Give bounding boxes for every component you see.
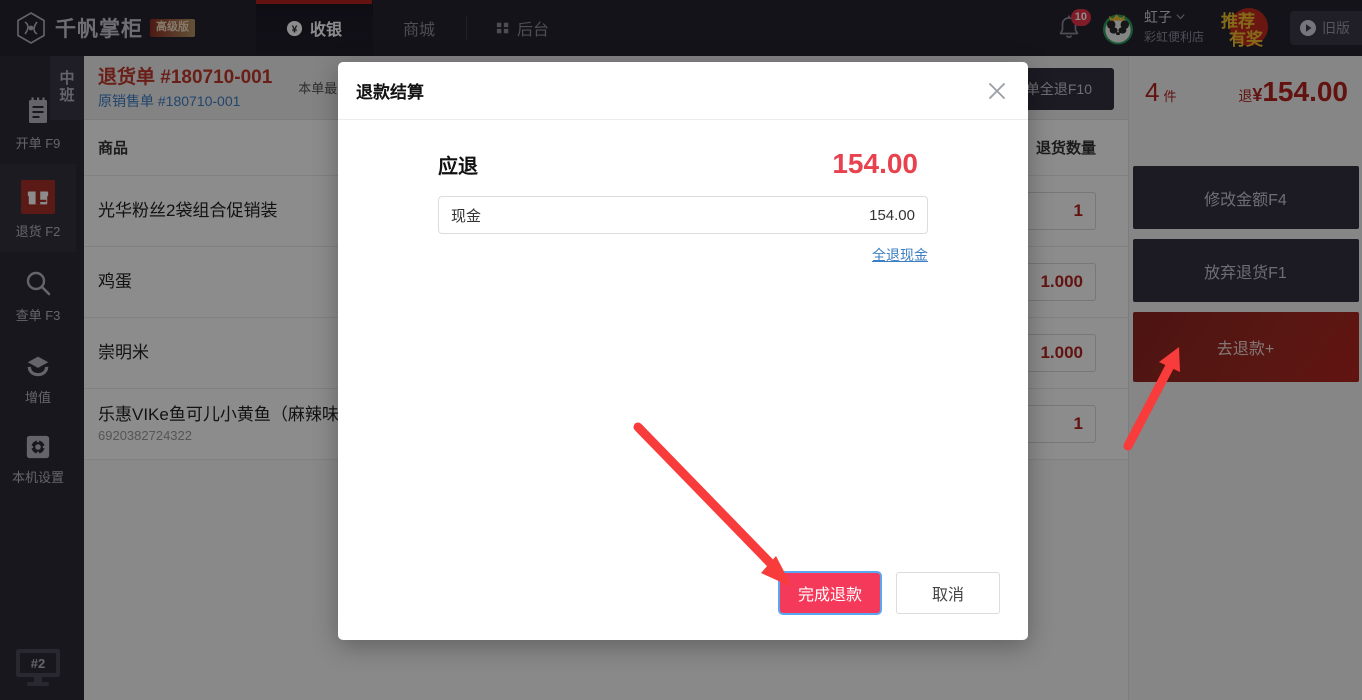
cancel-button[interactable]: 取消 — [896, 572, 1000, 614]
full-refund-cash-link[interactable]: 全退现金 — [872, 245, 928, 265]
modal-header: 退款结算 — [338, 62, 1028, 120]
due-amount: 154.00 — [832, 148, 918, 179]
due-amount-row: 应退 154.00 — [438, 142, 928, 196]
pos-application: 千帆掌柜 高级版 ¥ 收银 商城 后台 10 虹子 彩虹便利店 推荐 有奖 旧版… — [0, 0, 1362, 700]
confirm-refund-button[interactable]: 完成退款 — [780, 573, 880, 613]
refund-settlement-modal: 退款结算 应退 154.00 现金 154.00 全退现金 完成退款 取消 — [338, 62, 1028, 640]
close-icon[interactable] — [984, 78, 1010, 104]
modal-body: 应退 154.00 现金 154.00 全退现金 — [338, 120, 1028, 265]
due-label: 应退 — [438, 156, 478, 178]
payment-amount-input[interactable]: 154.00 — [869, 207, 915, 224]
modal-title: 退款结算 — [356, 83, 424, 102]
payment-method-label: 现金 — [451, 207, 482, 225]
full-refund-row: 全退现金 — [438, 234, 928, 265]
modal-footer: 完成退款 取消 — [780, 572, 1000, 614]
payment-method-field[interactable]: 现金 154.00 — [438, 196, 928, 234]
